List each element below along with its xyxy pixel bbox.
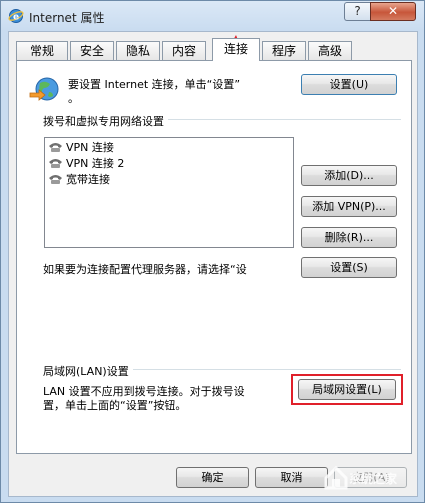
- dialup-settings-button[interactable]: 设置(S): [301, 257, 397, 278]
- add-button[interactable]: 添加(D)...: [301, 165, 397, 186]
- close-button[interactable]: ✕: [370, 2, 416, 21]
- setup-text-line1: 要设置 Internet 连接，单击“设置”: [68, 78, 241, 91]
- internet-explorer-icon: e: [8, 9, 24, 23]
- watermark: 系统之家: [323, 460, 418, 494]
- title-bar[interactable]: e Internet 属性 ? ✕: [1, 1, 424, 31]
- dialog-window: e Internet 属性 ? ✕ 常规 安全 隐私 内容 连接 程序 高级 要…: [0, 0, 425, 503]
- svg-text:e: e: [13, 13, 19, 23]
- watermark-text: 系统之家: [349, 472, 398, 486]
- connections-panel: 要设置 Internet 连接，单击“设置” 。 设置(U) 拨号和虚拟专用网络…: [16, 60, 412, 454]
- dialup-group-label: 拨号和虚拟专用网络设置: [43, 113, 168, 129]
- watermark-logo-icon: [324, 465, 348, 490]
- window-title: Internet 属性: [29, 11, 105, 25]
- connection-name: VPN 连接 2: [66, 157, 125, 170]
- list-item[interactable]: 宽带连接: [48, 172, 110, 188]
- dialup-connection-icon: [49, 143, 62, 152]
- lan-group-label: 局域网(LAN)设置: [43, 363, 133, 379]
- connection-name: 宽带连接: [66, 173, 110, 186]
- setup-text-line2: 。: [68, 92, 79, 105]
- ok-button[interactable]: 确定: [176, 467, 249, 488]
- lan-text-line2: 置，单击上面的“设置”按钮。: [43, 399, 187, 412]
- add-vpn-button[interactable]: 添加 VPN(P)...: [301, 196, 397, 217]
- tab-programs[interactable]: 程序: [262, 41, 306, 60]
- setup-button[interactable]: 设置(U): [301, 74, 397, 95]
- dialup-connection-icon: [49, 175, 62, 184]
- tab-connections[interactable]: 连接: [212, 38, 260, 61]
- dialup-connection-icon: [49, 159, 62, 168]
- list-item[interactable]: VPN 连接 2: [48, 156, 124, 172]
- tab-advanced[interactable]: 高级: [308, 41, 352, 60]
- remove-button[interactable]: 删除(R)...: [301, 227, 397, 248]
- proxy-text: 如果要为连接配置代理服务器，请选择“设: [43, 263, 247, 276]
- tab-strip: 常规 安全 隐私 内容 连接 程序 高级: [16, 38, 411, 61]
- tab-privacy[interactable]: 隐私: [116, 41, 160, 60]
- lan-button-highlight: [291, 374, 403, 405]
- internet-globe-icon: [29, 77, 59, 101]
- connections-listbox[interactable]: VPN 连接 VPN 连接 2 宽带连接: [44, 137, 294, 248]
- list-item[interactable]: VPN 连接: [48, 140, 114, 156]
- client-area: 常规 安全 隐私 内容 连接 程序 高级 要设置 Internet 连接，单击“…: [8, 31, 418, 497]
- connection-name: VPN 连接: [66, 141, 114, 154]
- tab-security[interactable]: 安全: [70, 41, 114, 60]
- tab-content[interactable]: 内容: [162, 41, 206, 60]
- help-button[interactable]: ?: [344, 2, 370, 21]
- tab-general[interactable]: 常规: [16, 41, 68, 60]
- cancel-button[interactable]: 取消: [255, 467, 328, 488]
